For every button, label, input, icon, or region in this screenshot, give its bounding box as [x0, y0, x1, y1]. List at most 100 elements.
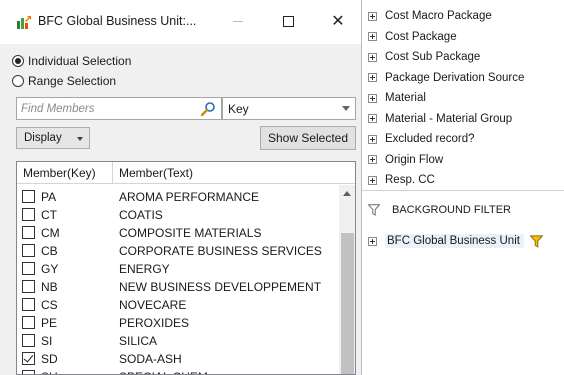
dialog-title: BFC Global Business Unit:...: [38, 14, 197, 28]
chevron-down-icon: [342, 106, 350, 111]
close-icon: ✕: [331, 13, 345, 30]
column-header-text[interactable]: Member(Text): [113, 162, 339, 184]
scrollbar-thumb[interactable]: [341, 233, 354, 374]
tree-item-label: Excluded record?: [385, 133, 475, 145]
checkbox[interactable]: [22, 280, 35, 293]
expand-icon[interactable]: [368, 155, 377, 164]
expand-icon[interactable]: [368, 114, 377, 123]
member-row[interactable]: SD SODA-ASH: [17, 350, 339, 368]
tree-item-label: Package Derivation Source: [385, 71, 525, 84]
tree-item-label: Cost Macro Package: [385, 10, 492, 22]
find-members-input[interactable]: [21, 100, 191, 117]
range-selection-radio[interactable]: Range Selection: [12, 73, 116, 89]
expand-icon[interactable]: [368, 134, 377, 144]
checkbox-checked[interactable]: [22, 352, 35, 365]
background-filter-header: BACKGROUND FILTER: [368, 202, 511, 218]
maximize-icon: [282, 15, 294, 27]
minimize-button[interactable]: [218, 6, 258, 36]
member-row[interactable]: CB CORPORATE BUSINESS SERVICES: [17, 242, 339, 260]
app-icon: [17, 16, 31, 29]
member-row[interactable]: PE PEROXIDES: [17, 314, 339, 332]
expand-icon[interactable]: [368, 11, 377, 21]
background-filter-label: BACKGROUND FILTER: [392, 204, 511, 216]
member-text: SODA-ASH: [119, 352, 182, 366]
individual-selection-label: Individual Selection: [28, 54, 132, 68]
checkbox[interactable]: [22, 298, 35, 311]
tree-item[interactable]: Material: [368, 90, 426, 106]
member-key: NB: [41, 280, 58, 294]
member-key: SI: [41, 334, 53, 348]
member-key: PE: [41, 316, 58, 330]
show-selected-button[interactable]: Show Selected: [260, 126, 356, 150]
member-row[interactable]: CT COATIS: [17, 206, 339, 224]
member-text: AROMA PERFORMANCE: [119, 190, 260, 204]
close-button[interactable]: ✕: [318, 6, 358, 36]
expand-icon[interactable]: [368, 93, 377, 103]
search-icon[interactable]: [200, 101, 216, 117]
member-list: Member(Key) Member(Text) PA AROMA PERFORM…: [16, 161, 356, 375]
member-row[interactable]: PA AROMA PERFORMANCE: [17, 188, 339, 206]
scroll-up-icon[interactable]: [343, 191, 351, 196]
expand-icon[interactable]: [368, 32, 377, 41]
member-text: CORPORATE BUSINESS SERVICES: [119, 244, 322, 258]
member-row[interactable]: NB NEW BUSINESS DEVELOPPEMENT: [17, 278, 339, 296]
individual-selection-radio[interactable]: Individual Selection: [12, 53, 131, 69]
member-key: CS: [41, 298, 58, 312]
member-selection-dialog: BFC Global Business Unit:... ✕ Individua…: [0, 0, 362, 375]
dimension-tree-panel: Cost Macro Package Cost Package Cost Sub P…: [362, 0, 564, 375]
member-key: CM: [41, 226, 60, 240]
bfc-global-business-unit-filter[interactable]: BFC Global Business Unit: [368, 232, 543, 250]
expand-icon[interactable]: [368, 73, 377, 82]
checkbox[interactable]: [22, 370, 35, 374]
member-text: SILICA: [119, 334, 158, 348]
tree-item-label: Resp. CC: [385, 174, 435, 186]
checkbox[interactable]: [22, 262, 35, 275]
member-text: NOVECARE: [119, 298, 187, 312]
tree-item[interactable]: Cost Macro Package: [368, 8, 492, 24]
checkbox[interactable]: [22, 244, 35, 257]
tree-item[interactable]: Excluded record?: [368, 131, 475, 147]
member-key: CB: [41, 244, 58, 258]
checkbox[interactable]: [22, 190, 35, 203]
find-members-box[interactable]: [16, 97, 222, 120]
tree-item[interactable]: Origin Flow: [368, 152, 443, 168]
member-key: SU: [41, 370, 58, 374]
member-row[interactable]: CM COMPOSITE MATERIALS: [17, 224, 339, 242]
tree-item[interactable]: Cost Sub Package: [368, 49, 480, 65]
column-header-key[interactable]: Member(Key): [17, 162, 113, 184]
search-field-select[interactable]: Key: [222, 97, 356, 120]
expand-icon[interactable]: [368, 236, 377, 246]
dialog-titlebar[interactable]: BFC Global Business Unit:... ✕: [0, 0, 361, 44]
search-field-value: Key: [228, 102, 249, 116]
tree-item[interactable]: Material - Material Group: [368, 111, 512, 127]
member-row[interactable]: SI SILICA: [17, 332, 339, 350]
tree-item-label: Origin Flow: [385, 153, 444, 166]
checkbox[interactable]: [22, 316, 35, 329]
panel-divider: [362, 190, 564, 191]
maximize-button[interactable]: [268, 6, 308, 36]
filter-funnel-icon: [368, 204, 380, 216]
checkbox[interactable]: [22, 208, 35, 221]
tree-item-label: Cost Sub Package: [385, 51, 481, 63]
member-key: PA: [41, 190, 57, 204]
vertical-scrollbar[interactable]: [339, 185, 355, 374]
tree-item[interactable]: Cost Package: [368, 29, 457, 45]
radio-indicator-selected: [12, 55, 24, 67]
bfc-global-business-unit-label: BFC Global Business Unit: [385, 234, 524, 248]
tree-item-label: Cost Package: [385, 30, 457, 43]
minimize-icon: [233, 20, 243, 22]
member-row[interactable]: GY ENERGY: [17, 260, 339, 278]
checkbox[interactable]: [22, 226, 35, 239]
expand-icon[interactable]: [368, 52, 377, 62]
member-list-header: Member(Key) Member(Text): [17, 162, 355, 184]
member-row[interactable]: CS NOVECARE: [17, 296, 339, 314]
tree-item-label: Material - Material Group: [385, 112, 513, 125]
tree-item[interactable]: Package Derivation Source: [368, 70, 524, 86]
member-key: GY: [41, 262, 59, 276]
display-dropdown-button[interactable]: Display: [16, 127, 90, 149]
member-row[interactable]: SU SPECIAL CHEM: [17, 368, 339, 374]
active-filter-icon[interactable]: [529, 234, 543, 248]
expand-icon[interactable]: [368, 175, 377, 185]
checkbox[interactable]: [22, 334, 35, 347]
tree-item[interactable]: Resp. CC: [368, 172, 435, 188]
